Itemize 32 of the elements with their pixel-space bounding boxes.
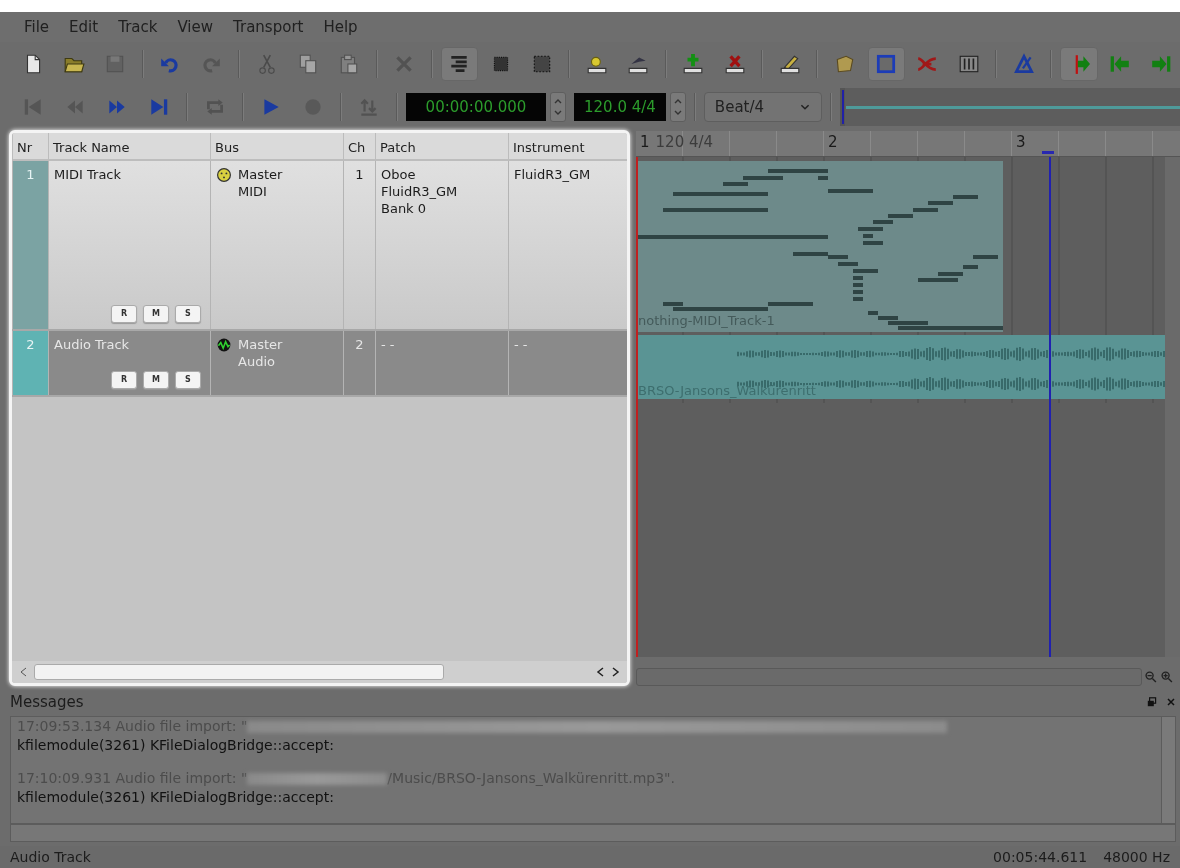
- solo-button[interactable]: S: [175, 305, 201, 323]
- bus-name: Master Audio: [238, 337, 283, 371]
- record-arm-button[interactable]: R: [111, 371, 137, 389]
- log-line: kfilemodule(3261) KFileDialogBridge::accept:: [17, 787, 335, 807]
- panel-title: Messages: [10, 691, 84, 713]
- status-text: Audio Track: [10, 847, 91, 867]
- bar-number: 2: [828, 132, 838, 153]
- tempo-display[interactable]: 120.0 4/4: [574, 93, 666, 121]
- timeline-ruler[interactable]: 1 120 4/4 2 3: [636, 131, 1180, 157]
- log-line: kfilemodule(3261) KFileDialogBridge::accept:: [17, 735, 335, 755]
- bar-number: 3: [1016, 132, 1026, 153]
- track-row[interactable]: 2 Audio Track R M S Master Audio 2 - - - -: [12, 331, 627, 397]
- table-cell: 2: [343, 331, 375, 395]
- bus-name: Master MIDI: [238, 167, 283, 201]
- solo-button[interactable]: S: [175, 371, 201, 389]
- time-position: 00:05:44.611: [993, 847, 1088, 867]
- table-cell: 1: [12, 161, 48, 329]
- mute-button[interactable]: M: [143, 371, 169, 389]
- table-cell: Oboe FluidR3_GM Bank 0: [375, 161, 508, 329]
- track-name[interactable]: MIDI Track: [54, 167, 205, 184]
- tempo-label: 120 4/4: [655, 132, 714, 153]
- bar-number: 1: [640, 132, 650, 153]
- record-arm-button[interactable]: R: [111, 305, 137, 323]
- table-cell: - -: [375, 331, 508, 395]
- table-cell: 2: [12, 331, 48, 395]
- table-cell: FluidR3_GM: [508, 161, 627, 329]
- sample-rate: 48000 Hz: [1103, 847, 1170, 867]
- table-cell: 1: [343, 161, 375, 329]
- time-display[interactable]: 00:00:00.000: [406, 93, 546, 121]
- table-cell: - -: [508, 331, 627, 395]
- mute-button[interactable]: M: [143, 305, 169, 323]
- track-row[interactable]: 1 MIDI Track R M S Master MIDI 1 Oboe FluidR3_GM Bank 0 FluidR3_GM: [12, 161, 627, 331]
